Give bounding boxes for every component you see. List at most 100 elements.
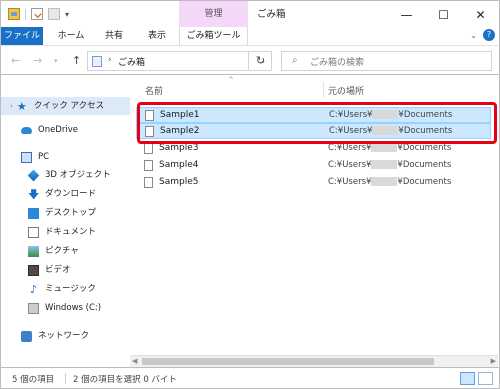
tab-share[interactable]: 共有 bbox=[98, 27, 130, 45]
tab-view[interactable]: 表示 bbox=[141, 27, 173, 45]
nav-pictures[interactable]: ピクチャ bbox=[28, 242, 79, 260]
refresh-icon[interactable]: ↻ bbox=[248, 51, 272, 71]
path-suffix: ¥Documents bbox=[397, 160, 452, 170]
nav-documents[interactable]: ドキュメント bbox=[28, 223, 96, 241]
expand-icon[interactable]: › bbox=[10, 97, 13, 115]
nav-windows-drive[interactable]: Windows (C:) bbox=[28, 299, 101, 317]
new-folder-icon[interactable] bbox=[48, 8, 60, 20]
status-bar: 5 個の項目 2 個の項目を選択 0 バイト bbox=[0, 367, 500, 389]
scroll-right-icon[interactable]: ▶ bbox=[491, 357, 496, 365]
path-prefix: C:¥Users¥ bbox=[328, 143, 372, 153]
pictures-icon bbox=[28, 245, 39, 257]
up-icon[interactable]: ↑ bbox=[72, 54, 81, 67]
horizontal-scrollbar[interactable]: ◀ ▶ bbox=[130, 355, 498, 367]
path-prefix: C:¥Users¥ bbox=[328, 177, 372, 187]
nav-label: ピクチャ bbox=[45, 246, 79, 256]
nav-label: OneDrive bbox=[38, 125, 78, 135]
maximize-button[interactable]: ☐ bbox=[425, 1, 462, 28]
computer-icon bbox=[21, 151, 32, 163]
file-name: Sample5 bbox=[159, 177, 199, 187]
nav-label: Windows (C:) bbox=[45, 303, 102, 313]
nav-onedrive[interactable]: OneDrive bbox=[21, 121, 78, 139]
search-input[interactable]: ⌕ ごみ箱の検索 bbox=[281, 51, 492, 71]
nav-pc[interactable]: PC bbox=[21, 148, 49, 166]
nav-label: ダウンロード bbox=[45, 189, 97, 199]
breadcrumb[interactable]: ごみ箱 bbox=[118, 55, 145, 68]
column-divider[interactable] bbox=[323, 82, 324, 98]
selection-highlight-annotation bbox=[137, 102, 497, 144]
item-count: 5 個の項目 bbox=[12, 375, 55, 385]
music-icon: ♪ bbox=[29, 282, 38, 296]
nav-quick-access[interactable]: › ★ クイック アクセス bbox=[1, 97, 130, 115]
close-button[interactable]: ✕ bbox=[462, 1, 499, 28]
file-icon bbox=[144, 143, 153, 154]
network-icon bbox=[21, 330, 32, 342]
tab-home[interactable]: ホーム bbox=[55, 27, 87, 45]
redacted-username bbox=[371, 177, 398, 186]
path-suffix: ¥Documents bbox=[397, 177, 452, 187]
column-header-name[interactable]: 名前 bbox=[145, 84, 163, 97]
details-view-button[interactable] bbox=[460, 372, 475, 385]
redacted-username bbox=[371, 143, 398, 152]
nav-desktop[interactable]: デスクトップ bbox=[28, 204, 96, 222]
nav-music[interactable]: ♪ ミュージック bbox=[28, 280, 96, 298]
nav-label: ミュージック bbox=[45, 284, 96, 294]
forward-icon[interactable]: → bbox=[33, 54, 42, 67]
column-header-original-location[interactable]: 元の場所 bbox=[328, 84, 364, 97]
nav-3d-objects[interactable]: 3D オブジェクト bbox=[27, 166, 111, 184]
document-icon bbox=[28, 226, 39, 238]
nav-downloads[interactable]: 🡇 ダウンロード bbox=[28, 185, 96, 203]
path-suffix: ¥Documents bbox=[397, 143, 452, 153]
navigation-pane: › ★ クイック アクセス OneDrive PC 3D オブジェクト 🡇 ダウ… bbox=[0, 75, 130, 367]
search-placeholder: ごみ箱の検索 bbox=[310, 58, 365, 68]
properties-icon[interactable] bbox=[31, 8, 43, 20]
file-name: Sample3 bbox=[159, 143, 199, 153]
recycle-bin-icon bbox=[92, 56, 102, 67]
file-original-location: C:¥Users¥ ¥Documents bbox=[328, 177, 451, 187]
star-icon: ★ bbox=[16, 99, 27, 113]
table-row[interactable]: Sample4 C:¥Users¥ ¥Documents bbox=[136, 158, 491, 174]
nav-videos[interactable]: ビデオ bbox=[28, 261, 71, 279]
scroll-left-icon[interactable]: ◀ bbox=[132, 357, 137, 365]
title-bar: ▾ 管理 ごみ箱 — ☐ ✕ bbox=[0, 0, 500, 28]
3d-objects-icon bbox=[27, 169, 40, 181]
tab-file[interactable]: ファイル bbox=[1, 27, 43, 45]
status-divider bbox=[65, 373, 66, 384]
back-icon[interactable]: ← bbox=[11, 54, 20, 67]
file-original-location: C:¥Users¥ ¥Documents bbox=[328, 160, 451, 170]
manage-tab-header: 管理 bbox=[179, 1, 248, 28]
sort-indicator-icon: ^ bbox=[228, 76, 234, 84]
file-original-location: C:¥Users¥ ¥Documents bbox=[328, 143, 451, 153]
nav-label: デスクトップ bbox=[45, 208, 97, 218]
file-icon bbox=[144, 160, 153, 171]
nav-label: PC bbox=[38, 152, 50, 162]
tab-recycle-bin-tools[interactable]: ごみ箱ツール bbox=[179, 27, 248, 45]
search-icon: ⌕ bbox=[292, 55, 298, 66]
table-row[interactable]: Sample5 C:¥Users¥ ¥Documents bbox=[136, 175, 491, 191]
path-prefix: C:¥Users¥ bbox=[328, 160, 372, 170]
address-bar[interactable]: › ごみ箱 ⌄ bbox=[87, 51, 272, 71]
nav-label: ビデオ bbox=[45, 265, 71, 275]
quick-access-toolbar: ▾ bbox=[8, 8, 69, 20]
address-row: ← → ▾ ↑ › ごみ箱 ⌄ ↻ ⌕ ごみ箱の検索 bbox=[0, 45, 500, 75]
cloud-icon bbox=[21, 126, 32, 134]
ribbon-collapse-icon[interactable]: ⌄ bbox=[470, 31, 477, 40]
minimize-button[interactable]: — bbox=[388, 1, 425, 28]
large-icons-view-button[interactable] bbox=[478, 372, 493, 385]
nav-label: ネットワーク bbox=[38, 331, 90, 341]
window-title: ごみ箱 bbox=[257, 9, 286, 20]
nav-label: 3D オブジェクト bbox=[45, 170, 111, 180]
drive-icon bbox=[28, 302, 39, 314]
file-name: Sample4 bbox=[159, 160, 199, 170]
file-icon bbox=[144, 177, 153, 188]
selection-info: 2 個の項目を選択 0 バイト bbox=[73, 375, 177, 385]
scrollbar-thumb[interactable] bbox=[142, 358, 434, 365]
customize-toolbar-icon[interactable]: ▾ bbox=[65, 10, 69, 19]
recent-locations-icon[interactable]: ▾ bbox=[54, 57, 58, 65]
help-icon[interactable]: ? bbox=[483, 29, 495, 41]
video-icon bbox=[28, 264, 39, 276]
breadcrumb-chevron-icon[interactable]: › bbox=[108, 55, 112, 65]
toolbar-divider bbox=[25, 8, 26, 20]
nav-network[interactable]: ネットワーク bbox=[21, 327, 89, 345]
explorer-icon[interactable] bbox=[8, 8, 20, 20]
